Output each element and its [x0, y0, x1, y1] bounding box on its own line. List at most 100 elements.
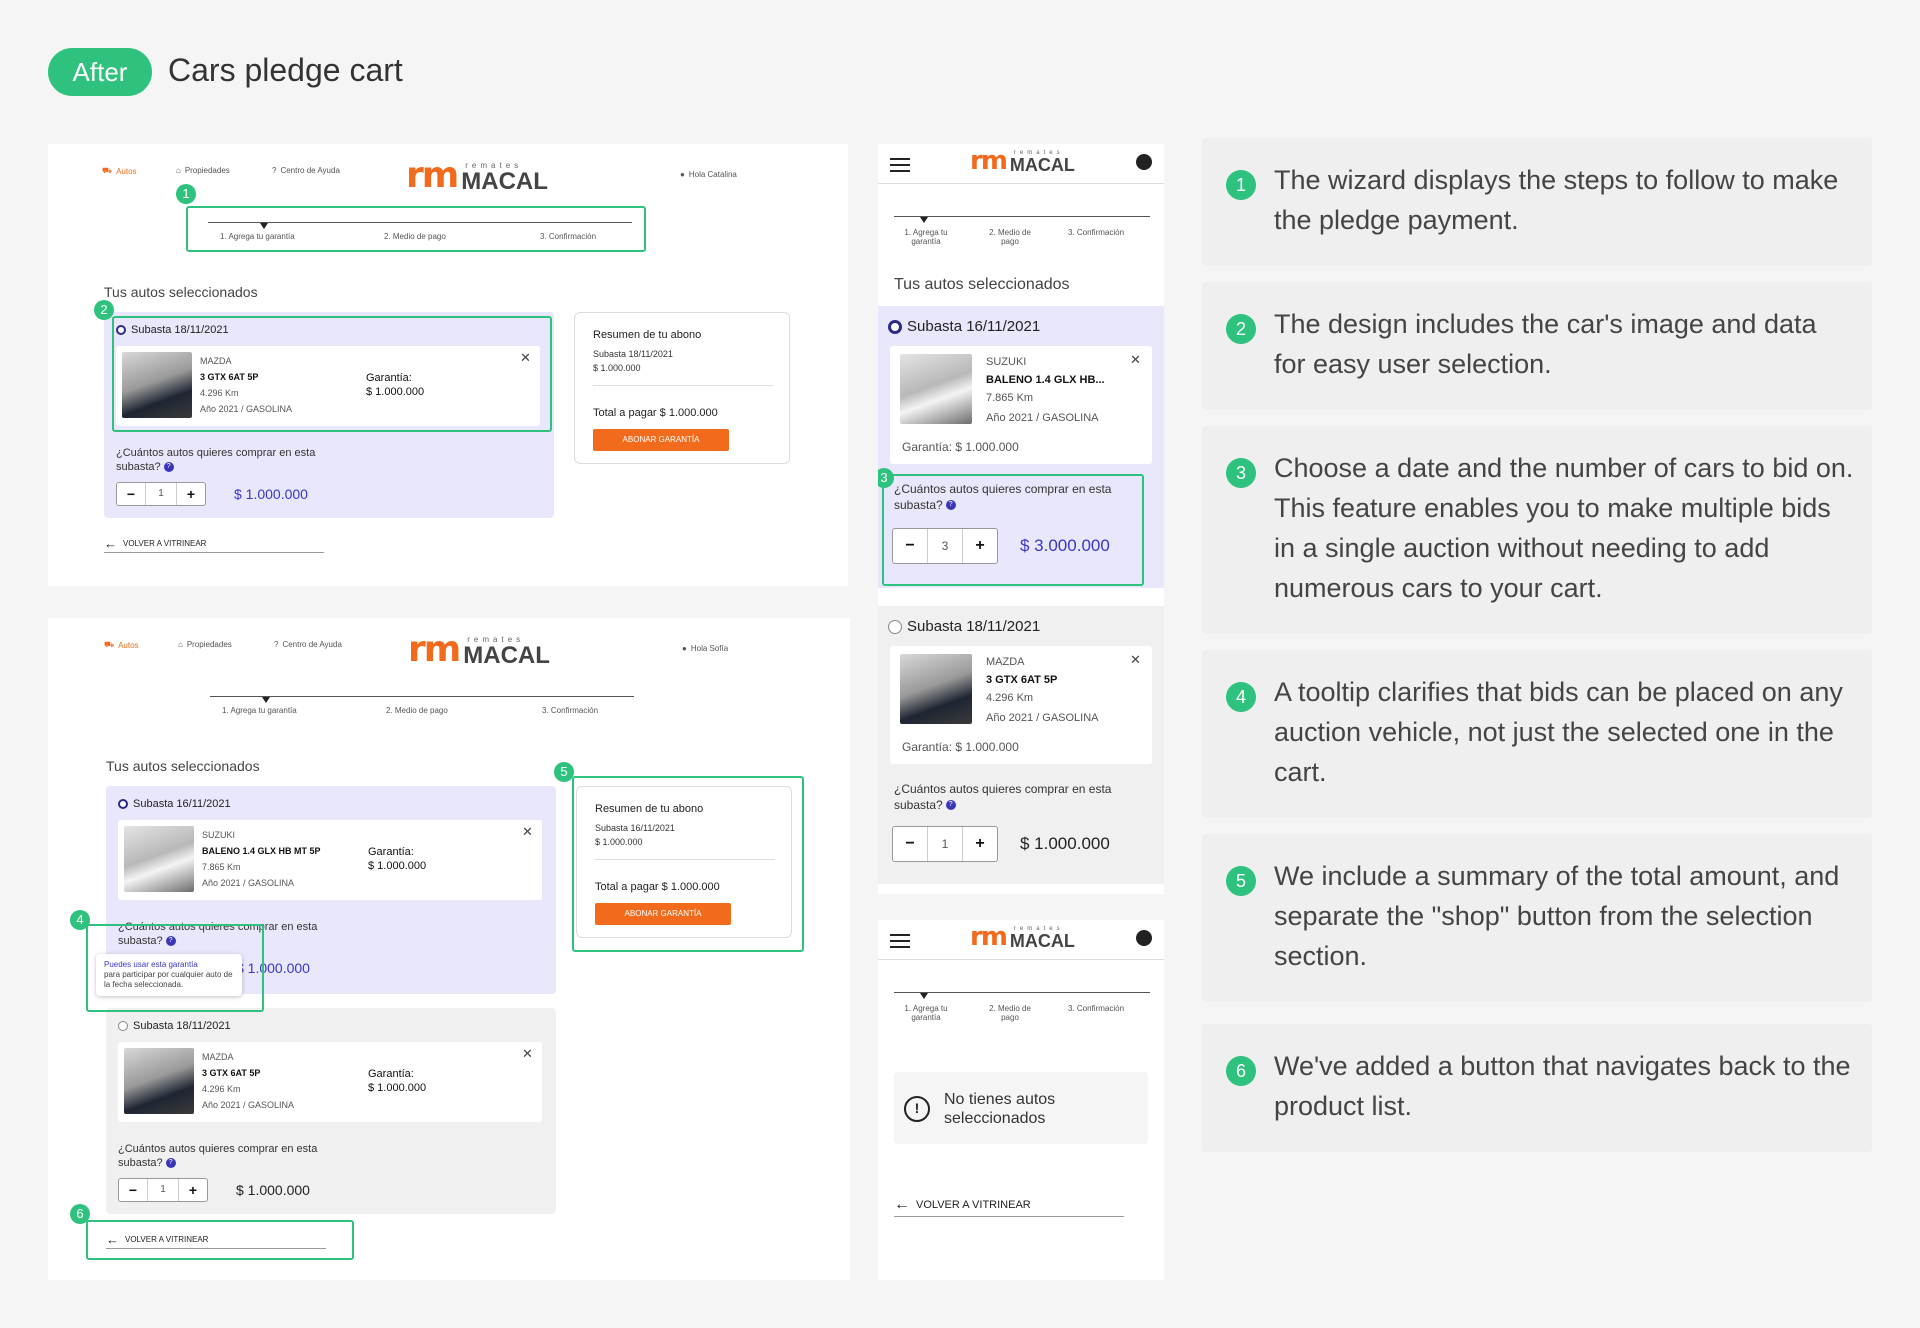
plus-button[interactable]: +	[177, 483, 205, 505]
help-icon[interactable]: ?	[163, 462, 174, 473]
annotation-text: Choose a date and the number of cars to …	[1274, 453, 1854, 603]
annotation-5: 5 We include a summary of the total amou…	[1202, 834, 1872, 1002]
guarantee-label: Garantía:	[368, 1068, 414, 1080]
annotation-text: A tooltip clarifies that bids can be pla…	[1274, 677, 1843, 787]
step-1[interactable]: 1. Agrega tu garantía	[896, 228, 956, 246]
step-2: 2. Medio de pago	[989, 228, 1031, 246]
macal-logo[interactable]: rm remates MACAL	[406, 158, 548, 194]
quantity-question: ¿Cuántos autos quieres comprar en esta s…	[118, 1143, 318, 1170]
minus-button[interactable]: −	[117, 483, 145, 505]
user-icon[interactable]	[1136, 154, 1152, 170]
close-icon[interactable]: ✕	[522, 824, 533, 840]
user-greeting[interactable]: ● Hola Catalina	[680, 170, 737, 179]
close-icon[interactable]: ✕	[522, 1046, 533, 1062]
car-km: 4.296 Km	[202, 1084, 241, 1094]
marker-5: 5	[554, 762, 574, 782]
mobile-top-bar: rm remates MACAL	[878, 144, 1164, 184]
marker-4: 4	[70, 910, 90, 930]
step-3: 3. Confirmación	[1068, 228, 1125, 237]
annotation-number: 6	[1226, 1056, 1256, 1086]
quantity-stepper[interactable]: − 1 +	[892, 826, 998, 862]
hamburger-icon[interactable]	[890, 158, 910, 172]
close-icon[interactable]: ✕	[1130, 652, 1141, 668]
back-to-list-button[interactable]: ← VOLVER A VITRINEAR	[894, 1196, 1031, 1214]
arrow-left-icon: ←	[104, 536, 117, 551]
nav-propiedades[interactable]: ⌂ Propiedades	[178, 640, 232, 649]
section-title: Tus autos seleccionados	[106, 758, 260, 774]
plus-button[interactable]: +	[963, 827, 997, 861]
nav-ayuda[interactable]: ? Centro de Ayuda	[272, 166, 340, 175]
user-icon[interactable]	[1136, 930, 1152, 946]
user-icon: ●	[680, 170, 685, 179]
group-price: $ 1.000.000	[234, 486, 308, 502]
nav-propiedades[interactable]: ⌂ Propiedades	[176, 166, 230, 175]
help-icon[interactable]: ?	[945, 800, 956, 811]
car-image	[900, 654, 972, 724]
guarantee: Garantía: $ 1.000.000	[902, 740, 1019, 754]
auction-radio[interactable]: Subasta 16/11/2021	[888, 318, 1040, 335]
minus-button[interactable]: −	[119, 1179, 147, 1201]
nav-autos[interactable]: ⛟ Autos	[102, 166, 137, 176]
help-circle-icon: ?	[274, 640, 279, 649]
car-card: SUZUKI BALENO 1.4 GLX HB MT 5P 7.865 Km …	[118, 820, 542, 900]
back-to-list-button[interactable]: ← VOLVER A VITRINEAR	[104, 536, 206, 551]
highlight-5	[572, 776, 804, 952]
radio-empty-icon	[888, 619, 902, 634]
macal-logo[interactable]: rm remates MACAL	[408, 632, 550, 668]
group-price: $ 1.000.000	[236, 1182, 310, 1198]
radio-empty-icon	[118, 1021, 128, 1031]
nav-ayuda[interactable]: ? Centro de Ayuda	[274, 640, 342, 649]
radio-selected-icon	[118, 799, 128, 809]
wizard-line	[894, 992, 1150, 993]
annotation-number: 3	[1226, 458, 1256, 488]
hamburger-icon[interactable]	[890, 934, 910, 948]
help-icon[interactable]: ?	[165, 1158, 176, 1169]
car-card: MAZDA 3 GTX 6AT 5P 4.296 Km Año 2021 / G…	[118, 1042, 542, 1122]
section-title: Tus autos seleccionados	[104, 284, 258, 300]
auction-radio[interactable]: Subasta 18/11/2021	[888, 618, 1040, 635]
pay-guarantee-button[interactable]: ABONAR GARANTÍA	[593, 429, 729, 451]
guarantee-value: $ 1.000.000	[368, 860, 427, 872]
logo-mark: rm	[406, 155, 459, 196]
plus-button[interactable]: +	[179, 1179, 207, 1201]
highlight-1	[186, 206, 646, 252]
quantity-value[interactable]: 1	[927, 827, 963, 861]
wizard-marker	[920, 993, 928, 999]
step-1[interactable]: 1. Agrega tu garantía	[896, 1004, 956, 1022]
macal-logo[interactable]: rm remates MACAL	[970, 148, 1075, 174]
auction-group-18-11: Subasta 18/11/2021 MAZDA 3 GTX 6AT 5P 4.…	[878, 606, 1164, 884]
quantity-stepper[interactable]: − 1 +	[118, 1178, 208, 1202]
after-badge: After	[48, 48, 152, 96]
empty-message: No tienes autos seleccionados	[944, 1091, 1056, 1127]
highlight-2	[112, 316, 552, 432]
step-1[interactable]: 1. Agrega tu garantía	[222, 706, 297, 715]
car-model: 3 GTX 6AT 5P	[986, 674, 1058, 686]
annotation-6: 6 We've added a button that navigates ba…	[1202, 1024, 1872, 1152]
car-image	[124, 826, 194, 892]
marker-2: 2	[94, 300, 114, 320]
quantity-value[interactable]: 1	[147, 1179, 179, 1201]
step-3: 3. Confirmación	[1068, 1004, 1125, 1013]
auction-radio[interactable]: Subasta 18/11/2021	[118, 1020, 231, 1032]
quantity-stepper[interactable]: − 1 +	[116, 482, 206, 506]
auction-group-18-11: Subasta 18/11/2021 MAZDA 3 GTX 6AT 5P 4.…	[106, 1008, 556, 1214]
user-greeting[interactable]: ● Hola Sofía	[682, 644, 728, 653]
annotation-text: The design includes the car's image and …	[1274, 309, 1817, 379]
annotation-2: 2 The design includes the car's image an…	[1202, 282, 1872, 410]
nav-autos[interactable]: ⛟ Autos	[104, 640, 139, 650]
macal-logo[interactable]: rm remates MACAL	[970, 924, 1075, 950]
logo-mark: rm	[408, 629, 461, 670]
close-icon[interactable]: ✕	[1130, 352, 1141, 368]
car-card: SUZUKI BALENO 1.4 GLX HB... 7.865 Km Año…	[890, 346, 1152, 464]
auction-radio[interactable]: Subasta 16/11/2021	[118, 798, 231, 810]
wizard-marker	[920, 217, 928, 223]
quantity-value[interactable]: 1	[145, 483, 177, 505]
minus-button[interactable]: −	[893, 827, 927, 861]
wizard-line	[894, 216, 1150, 217]
radio-selected-icon	[888, 319, 902, 334]
car-image	[124, 1048, 194, 1114]
guarantee-label: Garantía:	[368, 846, 414, 858]
guarantee: Garantía: $ 1.000.000	[902, 440, 1019, 454]
back-underline	[894, 1216, 1124, 1217]
empty-state: ! No tienes autos seleccionados	[894, 1072, 1148, 1144]
